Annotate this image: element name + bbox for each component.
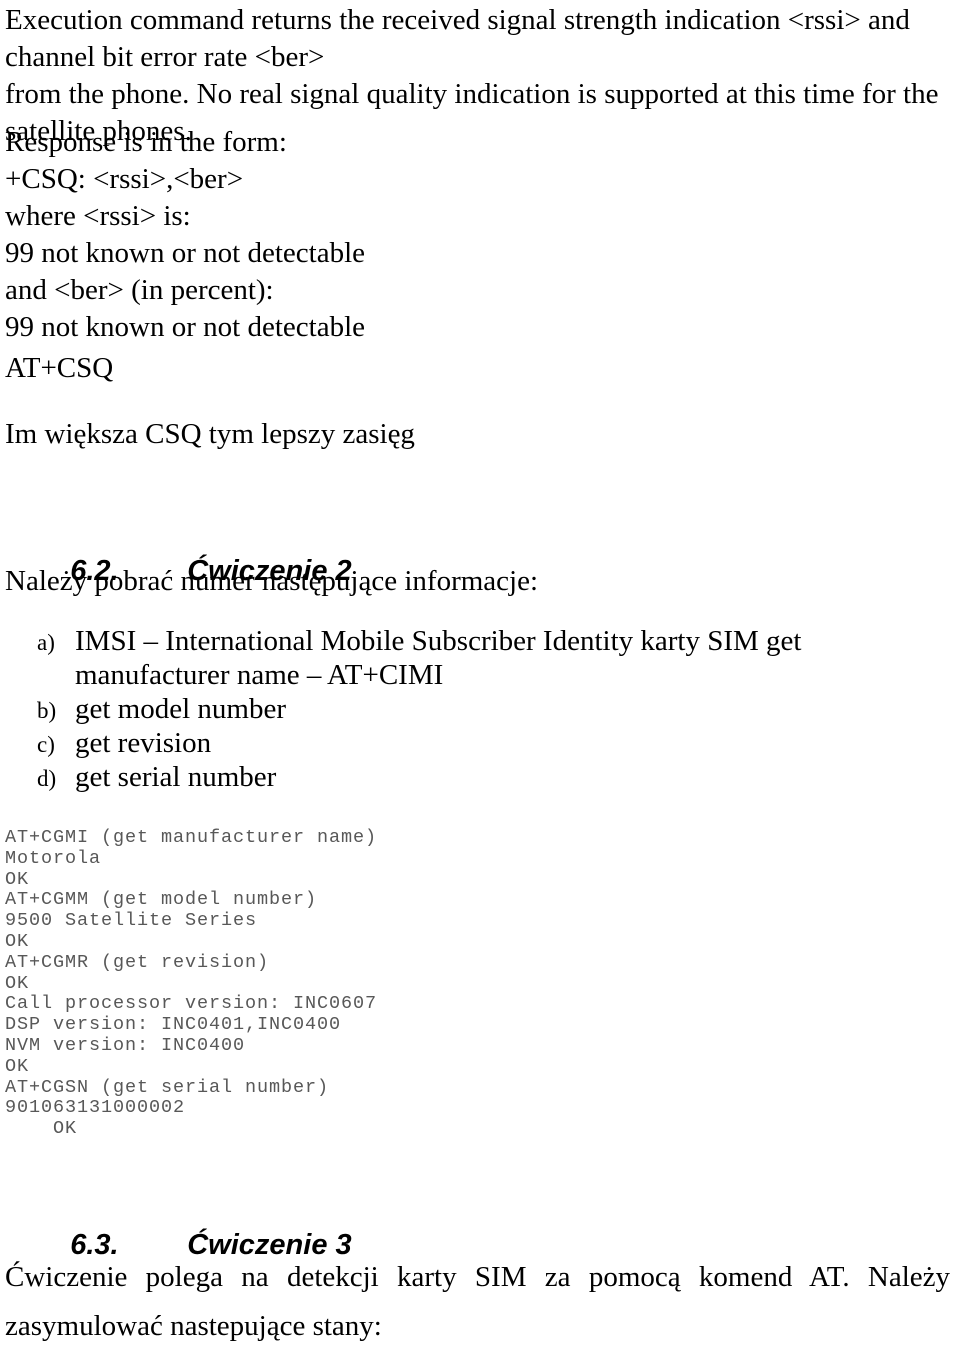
intro-line-3: from the phone. No real signal quality i… xyxy=(5,78,939,110)
closing-line-2: zasymulować nastepujące stany: xyxy=(5,1310,382,1342)
csq-note: Im większa CSQ tym lepszy zasięg xyxy=(5,418,415,450)
response-format-block: Response is in the form: +CSQ: <rssi>,<b… xyxy=(5,124,525,346)
response-line-2: +CSQ: <rssi>,<ber> xyxy=(5,163,244,195)
intro-line-2: channel bit error rate <ber> xyxy=(5,41,325,73)
terminal-transcript: AT+CGMI (get manufacturer name) Motorola… xyxy=(5,827,378,1140)
list-item-label: IMSI – International Mobile Subscriber I… xyxy=(75,625,802,691)
list-item-marker: b) xyxy=(37,698,57,723)
response-line-6: 99 not known or not detectable xyxy=(5,311,365,343)
list-item: c) get revision xyxy=(0,726,960,760)
list-item-marker: d) xyxy=(37,766,57,791)
list-item: a) IMSI – International Mobile Subscribe… xyxy=(0,624,960,692)
at-csq-command: AT+CSQ xyxy=(5,352,114,384)
closing-line-1: Ćwiczenie polega na detekcji karty SIM z… xyxy=(5,1261,950,1293)
list-item: b) get model number xyxy=(0,692,960,726)
intro-line-1: Execution command returns the received s… xyxy=(5,4,910,36)
section-6-2-lead-in: Należy pobrać numer następujące informac… xyxy=(5,565,539,597)
list-item-label: get revision xyxy=(75,727,212,759)
response-line-5: and <ber> (in percent): xyxy=(5,274,274,306)
list-item-label: get model number xyxy=(75,693,287,725)
task-list: a) IMSI – International Mobile Subscribe… xyxy=(0,624,960,794)
response-line-4: 99 not known or not detectable xyxy=(5,237,365,269)
list-item-marker: a) xyxy=(37,630,55,655)
section-6-3-paragraph: Ćwiczenie polega na detekcji karty SIM z… xyxy=(5,1253,950,1351)
response-line-3: where <rssi> is: xyxy=(5,200,191,232)
document-page: Execution command returns the received s… xyxy=(0,0,960,1343)
response-line-1: Response is in the form: xyxy=(5,126,287,158)
list-item-marker: c) xyxy=(37,732,55,757)
list-item-label: get serial number xyxy=(75,761,277,793)
list-item: d) get serial number xyxy=(0,760,960,794)
